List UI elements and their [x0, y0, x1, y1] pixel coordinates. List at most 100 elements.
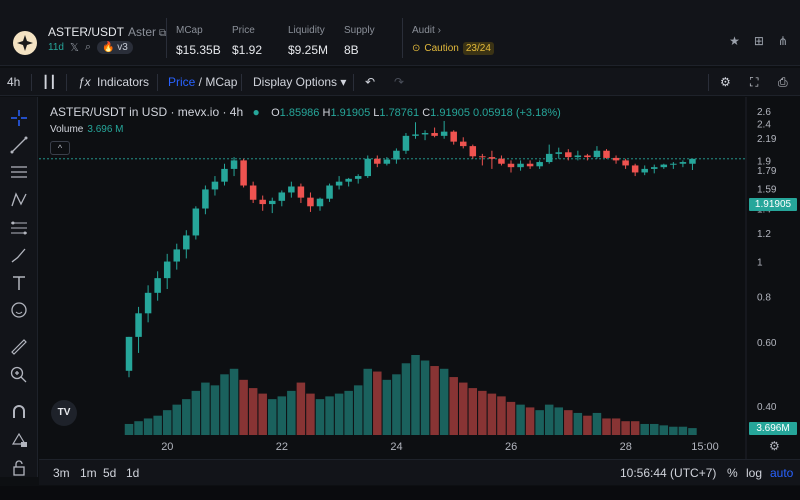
emoji-icon[interactable]: [9, 300, 29, 320]
volume-bar: [268, 399, 277, 435]
y-tick-label: 0.60: [757, 338, 777, 349]
volume-value: 3.696 M: [87, 124, 124, 135]
candle-body: [316, 198, 324, 207]
divider: [241, 74, 242, 91]
volume-bar: [602, 418, 611, 435]
horizontal-lines-icon[interactable]: [9, 162, 29, 182]
candle-body: [374, 158, 381, 164]
price-mcap-toggle[interactable]: Price / MCap: [168, 75, 237, 89]
divider: [66, 74, 67, 91]
magnet-icon[interactable]: [9, 402, 29, 422]
trend-line-icon[interactable]: [9, 135, 29, 155]
candle-body: [517, 163, 524, 168]
range-1d[interactable]: 1d: [126, 466, 139, 480]
volume-bar: [678, 426, 688, 435]
x-tick-label: 22: [276, 441, 288, 453]
ruler-icon[interactable]: [9, 337, 29, 357]
lock-icon[interactable]: [9, 458, 29, 478]
percent-toggle[interactable]: %: [727, 466, 738, 480]
range-1m[interactable]: 1m: [80, 466, 97, 480]
candle-body: [354, 176, 362, 179]
tradingview-logo[interactable]: TV: [51, 400, 77, 426]
indicators-icon[interactable]: ƒx: [78, 75, 91, 89]
fib-icon[interactable]: [9, 218, 29, 238]
indicators-button[interactable]: Indicators: [97, 75, 149, 89]
divider: [157, 74, 158, 91]
brush-icon[interactable]: [9, 245, 29, 265]
volume-bar: [630, 421, 640, 435]
candle-body: [288, 186, 295, 193]
x-tick-label: 15:00: [691, 441, 719, 453]
price-chart[interactable]: 2.62.42.191.91.791.591.41.210.80.600.402…: [39, 97, 800, 459]
audit-label: Audit ›: [412, 25, 441, 36]
crosshair-icon[interactable]: [9, 108, 29, 128]
candle-body: [574, 155, 582, 158]
zoom-in-icon[interactable]: [9, 365, 29, 385]
age-badge: 11d: [48, 42, 64, 53]
candle-body: [555, 152, 562, 154]
pattern-icon[interactable]: [9, 190, 29, 210]
x-social-icon[interactable]: 𝕏: [70, 41, 79, 54]
interval-selector[interactable]: 4h: [7, 75, 20, 89]
clock[interactable]: 10:56:44 (UTC+7): [620, 466, 716, 480]
candle-body: [660, 164, 668, 168]
range-5d[interactable]: 5d: [103, 466, 116, 480]
y-tick-label: 1.79: [757, 166, 777, 177]
candle-body: [536, 162, 543, 167]
stat-price: Price $1.92: [232, 25, 262, 57]
volume-bar: [277, 396, 287, 435]
volume-bar: [258, 393, 267, 435]
candle-body: [565, 152, 572, 158]
volume-bar: [439, 368, 449, 435]
candle-body: [545, 153, 553, 163]
add-widget-icon[interactable]: ⊞: [754, 34, 764, 48]
y-tick-label: 0.8: [757, 293, 771, 304]
star-icon[interactable]: ★: [729, 34, 740, 48]
redo-icon[interactable]: ↷: [394, 75, 404, 89]
visibility-dot-icon[interactable]: ●: [253, 105, 260, 119]
y-tick-label: 1.2: [757, 229, 771, 240]
y-tick-label: 1.59: [757, 184, 777, 195]
log-toggle[interactable]: log: [746, 466, 762, 480]
collapse-legend-button[interactable]: ^: [50, 141, 70, 155]
x-tick-label: 28: [620, 441, 632, 453]
volume-bar: [592, 412, 602, 435]
stat-supply: Supply 8B: [344, 25, 375, 57]
price-option[interactable]: Price: [168, 75, 195, 89]
text-icon[interactable]: [9, 273, 29, 293]
pair-meta: 11d 𝕏 ⌕ 🔥 v3: [48, 41, 133, 54]
display-options-button[interactable]: Display Options ▾: [253, 75, 346, 89]
snapshot-icon[interactable]: ⎙: [778, 75, 788, 90]
high-value: 1.91905: [330, 107, 371, 119]
share-icon[interactable]: ⋔: [778, 34, 788, 48]
range-3m[interactable]: 3m: [53, 466, 70, 480]
mcap-option[interactable]: MCap: [205, 75, 237, 89]
candle-type-icon[interactable]: ┃┃: [42, 75, 56, 89]
search-icon[interactable]: ⌕: [85, 41, 91, 54]
volume-bar: [306, 393, 315, 435]
stat-value: $9.25M: [288, 43, 329, 57]
candle-body: [670, 163, 677, 165]
warning-icon: ⊙: [412, 43, 421, 54]
audit-section[interactable]: Audit › ⊙ Caution 23/24: [412, 25, 494, 55]
volume-bar: [373, 371, 382, 435]
x-tick-label: 24: [390, 441, 402, 453]
drawing-tools: [0, 97, 38, 477]
pair-title[interactable]: ASTER/USDT Aster ⧉: [48, 25, 166, 39]
x-tick-label: 20: [161, 441, 173, 453]
candle-body: [498, 158, 505, 164]
undo-icon[interactable]: ↶: [365, 75, 375, 89]
aster-logo-icon: [13, 31, 37, 55]
candle-body: [154, 278, 161, 293]
volume-bar: [287, 390, 296, 435]
candle-body: [364, 158, 371, 177]
volume-bar: [334, 393, 344, 435]
settings-icon[interactable]: ⚙: [720, 75, 731, 89]
fullscreen-icon[interactable]: ⛶: [750, 75, 758, 90]
auto-toggle[interactable]: auto: [770, 466, 793, 480]
lock-drawings-icon[interactable]: [9, 430, 29, 450]
y-tick-label: 0.40: [757, 402, 777, 413]
flame-icon: 🔥: [102, 42, 115, 53]
y-tick-label: 2.19: [757, 134, 777, 145]
candle-body: [259, 199, 266, 205]
